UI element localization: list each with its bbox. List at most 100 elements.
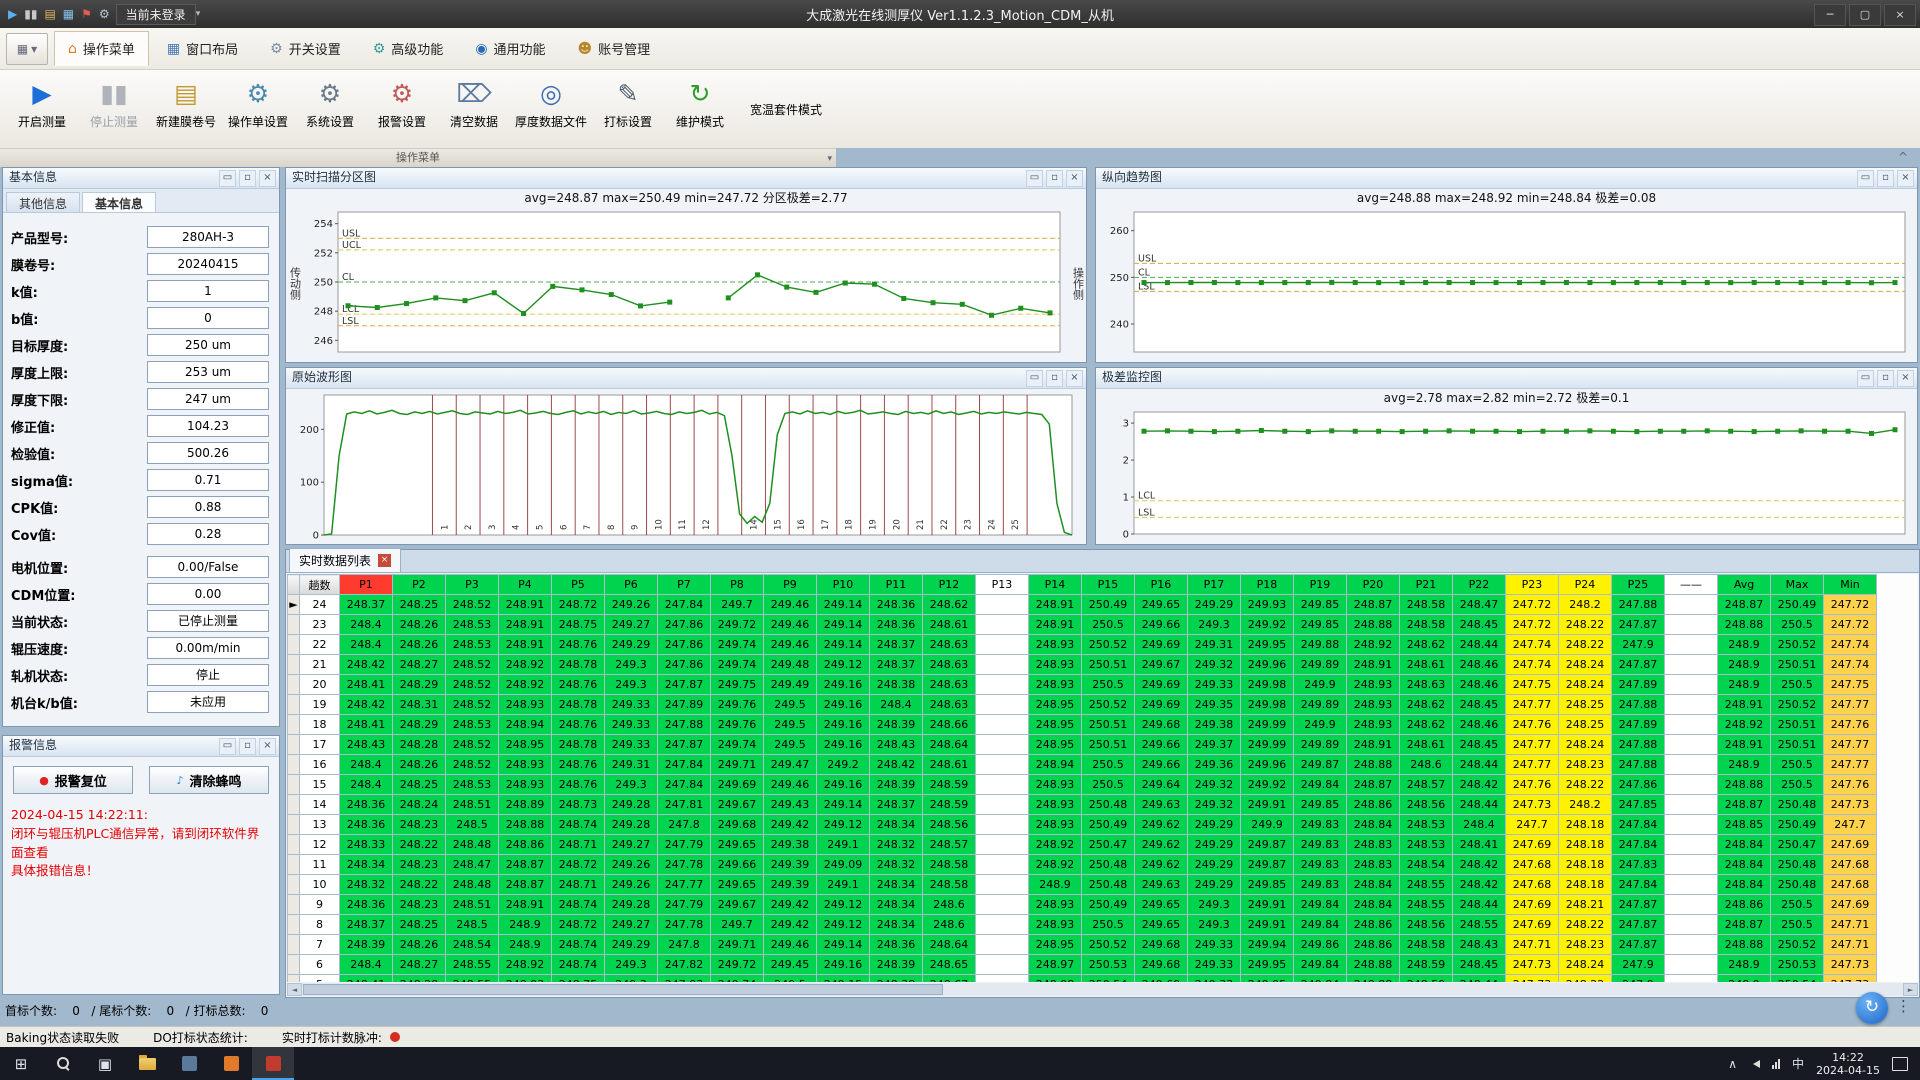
new-roll-button[interactable]: ▤新建膜卷号 — [150, 70, 222, 130]
panel-minimize-button[interactable]: ▭ — [219, 170, 236, 187]
scroll-right-icon[interactable]: ► — [1903, 983, 1918, 996]
scroll-left-icon[interactable]: ◄ — [287, 983, 302, 996]
column-header-Max[interactable]: Max — [1771, 575, 1824, 595]
panel-close-button[interactable]: × — [1897, 370, 1914, 387]
panel-pin-button[interactable]: ▫ — [1877, 370, 1894, 387]
column-header-P6[interactable]: P6 — [605, 575, 658, 595]
ribbon-collapse-icon[interactable]: ^ — [1898, 150, 1908, 164]
panel-pin-button[interactable]: ▫ — [239, 738, 256, 755]
table-row[interactable]: 6248.4248.27248.55248.92248.74249.3247.8… — [288, 955, 1877, 975]
maximize-button[interactable]: ▢ — [1849, 4, 1881, 26]
table-row[interactable]: 19248.42248.31248.52248.93248.78249.3324… — [288, 695, 1877, 715]
tab-general-functions[interactable]: ◉通用功能 — [461, 31, 559, 66]
column-header-P11[interactable]: P11 — [870, 575, 923, 595]
search-button[interactable] — [42, 1047, 84, 1080]
column-header-P8[interactable]: P8 — [711, 575, 764, 595]
taskbar-app-2[interactable] — [210, 1047, 252, 1080]
table-row[interactable]: 14248.36248.24248.51248.89248.73249.2824… — [288, 795, 1877, 815]
system-settings-button[interactable]: ⚙系统设置 — [294, 70, 366, 130]
speaker-icon[interactable] — [1749, 1060, 1760, 1068]
field-value[interactable]: 1 — [147, 280, 269, 302]
column-header-P18[interactable]: P18 — [1241, 575, 1294, 595]
tab-basic-info[interactable]: 基本信息 — [82, 192, 156, 212]
table-row[interactable]: 22248.4248.26248.53248.91248.76249.29247… — [288, 635, 1877, 655]
table-row[interactable]: 7248.39248.26248.54248.9248.74249.29247.… — [288, 935, 1877, 955]
ime-indicator[interactable]: 中 — [1792, 1055, 1804, 1072]
column-header-P2[interactable]: P2 — [393, 575, 446, 595]
title-bar[interactable]: ▶▮▮▤▦⚑⚙ 当前未登录 ▾ 大成激光在线测厚仪 Ver1.1.2.3_Mot… — [0, 0, 1920, 28]
minimize-button[interactable]: ─ — [1814, 4, 1846, 26]
drag-handle-icon[interactable]: ⋮ — [1896, 997, 1911, 1015]
column-header-P17[interactable]: P17 — [1188, 575, 1241, 595]
field-value[interactable]: 0.88 — [147, 496, 269, 518]
group-launcher-icon[interactable]: ▾ — [827, 151, 832, 168]
close-button[interactable]: × — [1884, 4, 1916, 26]
column-header-P12[interactable]: P12 — [923, 575, 976, 595]
column-header-P14[interactable]: P14 — [1029, 575, 1082, 595]
maintenance-mode-button[interactable]: ↻维护模式 — [664, 70, 736, 130]
field-value[interactable]: 0.28 — [147, 523, 269, 545]
start-button[interactable]: ⊞ — [0, 1047, 42, 1080]
alarm-panel-title[interactable]: 报警信息 ▭▫× — [3, 736, 279, 757]
column-header-Min[interactable]: Min — [1824, 575, 1877, 595]
table-row[interactable]: 21248.42248.27248.52248.92248.78249.3247… — [288, 655, 1877, 675]
column-header-P5[interactable]: P5 — [552, 575, 605, 595]
field-value[interactable]: 已停止测量 — [147, 610, 269, 632]
column-header-P20[interactable]: P20 — [1347, 575, 1400, 595]
horizontal-scrollbar[interactable]: ◄ ► — [287, 983, 1918, 996]
panel-pin-button[interactable]: ▫ — [239, 170, 256, 187]
notification-center-icon[interactable] — [1892, 1057, 1908, 1071]
waveform-chart-panel-title[interactable]: 原始波形图 ▭▫× — [286, 368, 1086, 389]
panel-minimize-button[interactable]: ▭ — [219, 738, 236, 755]
table-row[interactable]: 20248.41248.29248.52248.92248.76249.3247… — [288, 675, 1877, 695]
table-row[interactable]: 16248.4248.26248.52248.93248.76249.31247… — [288, 755, 1877, 775]
panel-pin-button[interactable]: ▫ — [1877, 170, 1894, 187]
tab-realtime-data-list[interactable]: 实时数据列表 × — [289, 548, 401, 572]
marking-settings-button[interactable]: ✎打标设置 — [592, 70, 664, 130]
taskbar-clock[interactable]: 14:22 2024-04-15 — [1816, 1051, 1880, 1077]
panel-close-button[interactable]: × — [259, 738, 276, 755]
scan-chart-panel-title[interactable]: 实时扫描分区图 ▭▫× — [286, 168, 1086, 189]
network-icon[interactable] — [1772, 1059, 1780, 1069]
table-row[interactable]: 15248.4248.25248.53248.93248.76249.3247.… — [288, 775, 1877, 795]
field-value[interactable]: 未应用 — [147, 691, 269, 713]
tab-switch-settings[interactable]: ⚙开关设置 — [256, 31, 355, 66]
task-view-button[interactable]: ▣ — [84, 1047, 126, 1080]
show-hidden-icons[interactable]: ∧ — [1728, 1057, 1737, 1071]
column-header-P25[interactable]: P25 — [1612, 575, 1665, 595]
tab-operation-menu[interactable]: ⌂操作菜单 — [54, 31, 149, 66]
panel-minimize-button[interactable]: ▭ — [1026, 370, 1043, 387]
clear-data-button[interactable]: ⌦清空数据 — [438, 70, 510, 130]
floating-sync-button[interactable]: ↻ — [1856, 992, 1888, 1024]
trend-chart-panel-title[interactable]: 纵向趋势图 ▭▫× — [1096, 168, 1917, 189]
panel-minimize-button[interactable]: ▭ — [1026, 170, 1043, 187]
table-row[interactable]: 12248.33248.22248.48248.86248.71249.2724… — [288, 835, 1877, 855]
field-value[interactable]: 0.00m/min — [147, 637, 269, 659]
qat-play-icon[interactable]: ▶ — [8, 5, 17, 23]
field-value[interactable]: 280AH-3 — [147, 226, 269, 248]
thickness-data-file-button[interactable]: ◎厚度数据文件 — [510, 70, 592, 130]
field-value[interactable]: 20240415 — [147, 253, 269, 275]
column-header-——[interactable]: —— — [1665, 575, 1718, 595]
table-row[interactable]: 23248.4248.26248.53248.91248.75249.27247… — [288, 615, 1877, 635]
panel-minimize-button[interactable]: ▭ — [1857, 170, 1874, 187]
field-value[interactable]: 0.00/False — [147, 556, 269, 578]
scrollbar-thumb[interactable] — [303, 984, 943, 995]
start-measure-button[interactable]: ▶开启测量 — [6, 70, 78, 130]
column-header-P16[interactable]: P16 — [1135, 575, 1188, 595]
column-header-P23[interactable]: P23 — [1506, 575, 1559, 595]
qat-alarm-icon[interactable]: ⚑ — [81, 5, 92, 23]
stop-measure-button[interactable]: ▮▮停止测量 — [78, 70, 150, 130]
field-value[interactable]: 253 um — [147, 361, 269, 383]
qat-layout-icon[interactable]: ▦ — [63, 5, 74, 23]
field-value[interactable]: 104.23 — [147, 415, 269, 437]
worksheet-settings-button[interactable]: ⚙操作单设置 — [222, 70, 294, 130]
column-header-P9[interactable]: P9 — [764, 575, 817, 595]
tab-other-info[interactable]: 其他信息 — [6, 192, 80, 212]
tab-account-management[interactable]: ☻账号管理 — [564, 31, 665, 66]
application-menu-button[interactable]: ▦ ▾ — [6, 33, 48, 65]
field-value[interactable]: 250 um — [147, 334, 269, 356]
table-row[interactable]: 8248.37248.25248.5248.9248.72249.27247.7… — [288, 915, 1877, 935]
table-row[interactable]: 13248.36248.23248.5248.88248.74249.28247… — [288, 815, 1877, 835]
table-row[interactable]: 5248.41248.28248.55248.93248.75249.3247.… — [288, 975, 1877, 983]
